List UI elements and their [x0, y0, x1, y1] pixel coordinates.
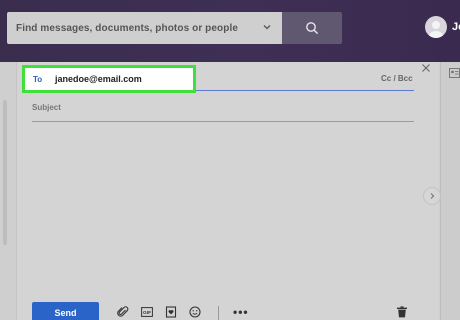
to-recipient[interactable]: janedoe@email.com — [55, 74, 142, 84]
search-button[interactable] — [282, 12, 342, 44]
to-field-underline — [196, 90, 414, 91]
trash-icon[interactable] — [396, 306, 408, 318]
search-placeholder: Find messages, documents, photos or peop… — [16, 22, 239, 34]
cc-bcc-link[interactable]: Cc / Bcc — [381, 74, 413, 83]
sticker-icon[interactable] — [165, 306, 177, 318]
to-field[interactable]: To janedoe@email.com — [22, 65, 196, 93]
send-button[interactable]: Send — [32, 302, 99, 320]
chevron-down-icon[interactable] — [262, 22, 272, 32]
gif-icon[interactable]: GIF — [141, 306, 153, 318]
paperclip-icon[interactable] — [117, 306, 129, 318]
expand-button[interactable] — [423, 187, 441, 205]
search-input[interactable]: Find messages, documents, photos or peop… — [7, 12, 282, 44]
user-name[interactable]: Jo — [452, 21, 460, 33]
scrollbar[interactable] — [3, 100, 7, 245]
avatar-icon — [429, 21, 443, 38]
to-label: To — [33, 74, 43, 84]
subject-underline — [32, 121, 414, 122]
compose-panel — [16, 62, 439, 320]
top-header-bar: Find messages, documents, photos or peop… — [0, 0, 460, 62]
more-options-icon[interactable]: ••• — [233, 305, 249, 319]
right-sidebar — [440, 62, 460, 320]
toolbar-divider — [218, 306, 219, 320]
avatar[interactable] — [425, 16, 447, 38]
emoji-icon[interactable] — [189, 306, 201, 318]
close-icon[interactable] — [421, 63, 431, 73]
search-icon — [306, 22, 319, 35]
contact-card-icon[interactable] — [449, 68, 460, 78]
search-bar: Find messages, documents, photos or peop… — [7, 12, 342, 44]
chevron-right-icon — [430, 193, 435, 199]
subject-field[interactable]: Subject — [32, 103, 61, 112]
svg-text:GIF: GIF — [143, 310, 151, 316]
